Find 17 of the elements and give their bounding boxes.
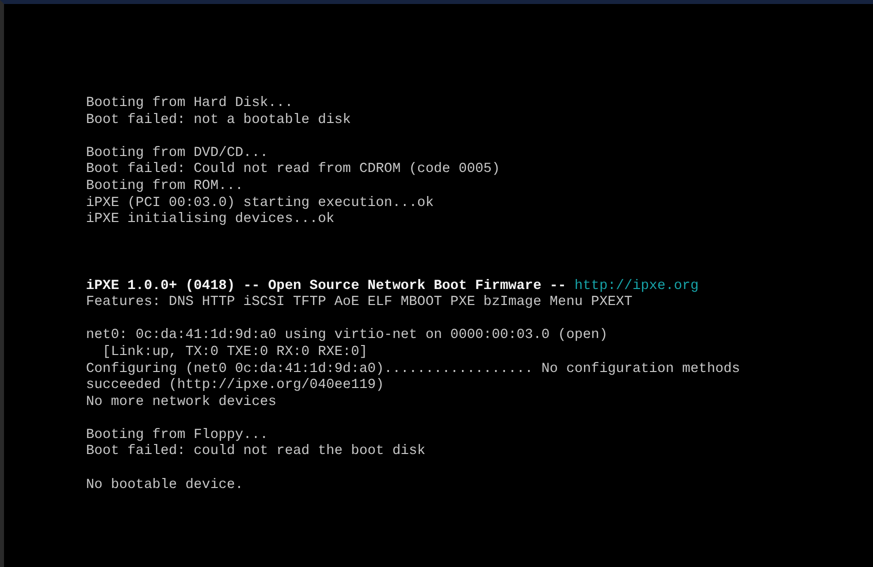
console-line: iPXE (PCI 00:03.0) starting execution...ok xyxy=(86,196,434,211)
console-line: Booting from Hard Disk... xyxy=(86,96,293,111)
console-line: Boot failed: not a bootable disk xyxy=(86,112,351,128)
console-line: Booting from DVD/CD... xyxy=(86,146,268,161)
console-line: Boot failed: could not read the boot disk xyxy=(86,444,426,460)
console-line: Boot failed: Could not read from CDROM (code 0005) xyxy=(86,162,500,178)
console-line: iPXE initialising devices...ok xyxy=(86,212,334,228)
console-line: Booting from Floppy... xyxy=(86,428,268,443)
console-line: [Link:up, TX:0 TXE:0 RX:0 RXE:0] xyxy=(102,344,368,360)
console-line: No bootable device. xyxy=(86,478,244,493)
console-line: Features: DNS HTTP iSCSI TFTP AoE ELF MBOOT PXE bzImage Menu PXEXT xyxy=(86,295,632,310)
console-line: iPXE 1.0.0+ (0418) -- Open Source Network Boot Firmware -- xyxy=(86,278,566,294)
console-line: succeeded (http://ipxe.org/040ee119) xyxy=(86,378,384,394)
console-line: Booting from ROM... xyxy=(86,178,244,194)
console-line: No more network devices xyxy=(86,394,276,410)
console-line: Configuring (net0 0c:da:41:1d:9d:a0).................. No configuration methods xyxy=(86,362,740,377)
console-line: net0: 0c:da:41:1d:9d:a0 using virtio-net on 0000:00:03.0 (open) xyxy=(86,328,608,344)
